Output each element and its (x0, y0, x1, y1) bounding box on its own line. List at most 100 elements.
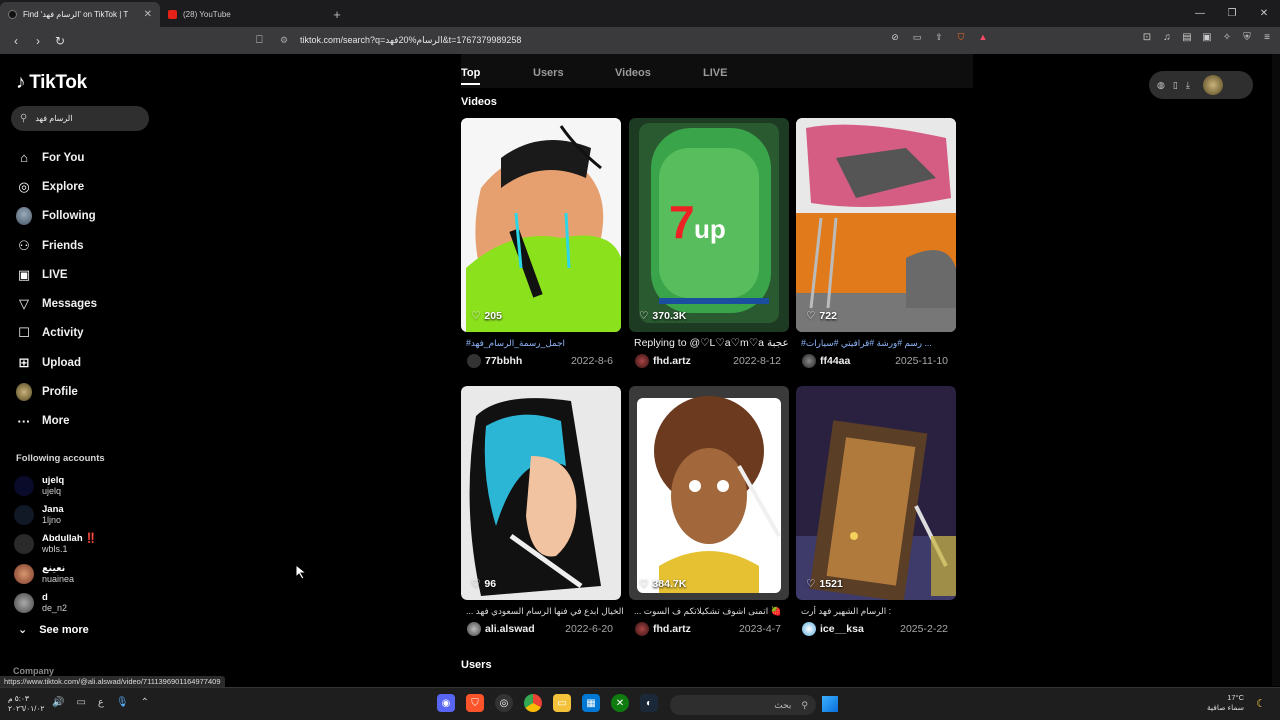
sidebar-item-explore[interactable]: ◎ Explore (16, 172, 97, 201)
sidebar-item-following[interactable]: Following (16, 202, 97, 231)
brave-icon[interactable]: ⛉ (466, 694, 484, 712)
page-scrollbar[interactable] (1272, 54, 1280, 686)
search-input[interactable] (35, 114, 136, 123)
video-card[interactable]: ♡ 205 (461, 118, 621, 332)
weather-widget[interactable]: 17°C سماء صافية (1207, 693, 1244, 713)
account-item[interactable]: d de_n2 (14, 588, 97, 617)
messages-icon: ▽ (19, 296, 29, 312)
microphone-icon[interactable]: 🎙 (116, 697, 129, 708)
taskbar-apps: ◉ ⛉ ◎ ▭ ▦ ✕ ◐ (437, 694, 658, 712)
chrome-icon[interactable] (524, 694, 542, 712)
sidebar-item-profile[interactable]: Profile (16, 377, 97, 406)
vpn-icon[interactable]: ⛨ (1240, 32, 1254, 43)
maximize-icon[interactable]: ❐ (1216, 0, 1248, 27)
video-caption[interactable]: ... الخيال ابدع في فنها الرسام السعودي ف… (466, 606, 624, 617)
avatar (467, 354, 481, 368)
search-box[interactable]: ⚲ (11, 106, 149, 131)
minimize-icon[interactable]: — (1184, 0, 1216, 27)
account-item[interactable]: نعينع nuainea (14, 559, 97, 588)
sidebar-item-live[interactable]: ▣ LIVE (16, 260, 97, 289)
video-author[interactable]: ali.alswad (485, 623, 565, 635)
account-item[interactable]: Jana 1ljno (14, 500, 97, 529)
obs-icon[interactable]: ◎ (495, 694, 513, 712)
tab-users[interactable]: Users (533, 67, 564, 79)
video-date: 2022-8-6 (570, 355, 613, 367)
back-icon[interactable]: ‹ (6, 31, 26, 51)
reload-icon[interactable]: ↻ (50, 31, 70, 51)
video-author[interactable]: fhd.artz (653, 355, 733, 367)
menu-icon[interactable]: ≡ (1260, 32, 1274, 43)
avatar (14, 592, 34, 613)
address-bar[interactable]: ⎕ ⚙ tiktok.com/search?q=الرسام%20فهد&t=1… (256, 31, 996, 50)
url-text[interactable]: tiktok.com/search?q=الرسام%20فهد&t=17673… (300, 35, 521, 46)
site-info-icon[interactable]: ⚙ (280, 35, 296, 46)
taskbar-search[interactable]: بحث ⚲ (670, 695, 816, 715)
language-indicator[interactable]: ع (98, 697, 104, 708)
video-author[interactable]: 77bbhh (485, 355, 571, 367)
brave-shield-icon[interactable]: ⛉ (954, 32, 968, 43)
sidebar-item-activity[interactable]: ☐ Activity (16, 319, 97, 348)
chevron-up-icon[interactable]: ⌃ (141, 697, 149, 708)
tab-youtube[interactable]: (28) YouTube (160, 2, 320, 27)
forward-icon[interactable]: › (28, 31, 48, 51)
profile-avatar (16, 383, 32, 402)
video-caption[interactable]: الرسام الشهير فهد أرت : (801, 606, 959, 617)
sidebar-item-for-you[interactable]: ⌂ For You (16, 143, 97, 172)
rewards-icon[interactable]: ▲ (976, 32, 990, 43)
screenshot-icon[interactable]: ⊡ (1140, 32, 1154, 43)
sidebar-item-more[interactable]: ··· More (16, 407, 97, 436)
company-link[interactable]: Company (13, 666, 54, 676)
video-card[interactable]: ♡ 722 (796, 118, 956, 332)
tab-top[interactable]: Top (461, 67, 481, 85)
leo-ai-icon[interactable]: ✧ (1220, 32, 1234, 43)
see-more-button[interactable]: ⌄ See more (18, 623, 89, 637)
account-item[interactable]: ujelq ujelq (14, 471, 97, 500)
wallet-icon[interactable]: ▣ (1200, 32, 1214, 43)
close-window-icon[interactable]: ✕ (1248, 0, 1280, 27)
windows-start-icon[interactable] (822, 696, 838, 712)
cast-icon[interactable]: ▭ (910, 32, 924, 43)
sidebar-item-messages[interactable]: ▽ Messages (16, 289, 97, 318)
user-avatar[interactable] (1202, 75, 1223, 95)
video-author[interactable]: ff44aa (820, 355, 895, 367)
video-author[interactable]: ice__ksa (820, 623, 900, 635)
reader-off-icon[interactable]: ⊘ (888, 32, 902, 43)
avatar (14, 563, 34, 584)
video-meta: fhd.artz 2023-4-7 (629, 621, 787, 637)
volume-icon[interactable]: 🔊 (52, 697, 64, 708)
new-tab-button[interactable]: + (326, 2, 348, 27)
share-icon[interactable]: ⇪ (932, 32, 946, 43)
clock[interactable]: ٥:٠٣ م ٢٠٢٦/٠١/٠٢ (8, 694, 44, 714)
discord-icon[interactable]: ◉ (437, 694, 455, 712)
sidebar-toggle-icon[interactable]: ▤ (1180, 32, 1194, 43)
coins-icon[interactable]: ◍ (1157, 80, 1165, 91)
tab-live[interactable]: LIVE (703, 67, 727, 79)
download-icon[interactable]: ⤓ (1186, 80, 1190, 91)
video-caption[interactable]: ... اتمنى اشوف تشكيلاتكم ف السوت 🍓 (634, 606, 792, 617)
media-icon[interactable]: ♫ (1160, 32, 1174, 43)
video-card[interactable]: ♡ 1521 (796, 386, 956, 600)
home-icon: ⌂ (20, 150, 28, 166)
video-card[interactable]: ♡ 96 (461, 386, 621, 600)
network-icon[interactable]: ▭ (76, 697, 85, 708)
video-card[interactable]: ♡ 384.7K (629, 386, 789, 600)
video-author[interactable]: fhd.artz (653, 623, 739, 635)
store-icon[interactable]: ▦ (582, 694, 600, 712)
video-caption[interactable]: #اجمل_رسمة_الرسام_فهد (466, 338, 624, 349)
tiktok-logo[interactable]: ♪ TikTok (16, 72, 87, 94)
phone-icon[interactable]: ▯ (1173, 80, 1178, 91)
video-caption[interactable]: #رسم #ورشة #قرافيتي #سيارات ... (801, 338, 959, 349)
video-caption[interactable]: Replying to @♡L♡a♡m♡a عجبة ... (634, 337, 792, 349)
sidebar-item-friends[interactable]: ⚇ Friends (16, 231, 97, 260)
tab-tiktok[interactable]: Find 'الرسام فهد' on TikTok | T ✕ (0, 2, 160, 27)
bookmark-icon[interactable]: ⎕ (256, 34, 272, 47)
video-meta: ice__ksa 2025-2-22 (796, 621, 954, 637)
file-explorer-icon[interactable]: ▭ (553, 694, 571, 712)
tab-videos[interactable]: Videos (615, 67, 651, 79)
xbox-icon[interactable]: ✕ (611, 694, 629, 712)
account-item[interactable]: Abdullah ‼️ wbls.1 (14, 530, 97, 559)
steam-icon[interactable]: ◐ (640, 694, 658, 712)
sidebar-item-upload[interactable]: ⊞ Upload (16, 348, 97, 377)
close-tab-icon[interactable]: ✕ (144, 9, 152, 20)
video-card[interactable]: 7 up ♡ 370.3K (629, 118, 789, 332)
